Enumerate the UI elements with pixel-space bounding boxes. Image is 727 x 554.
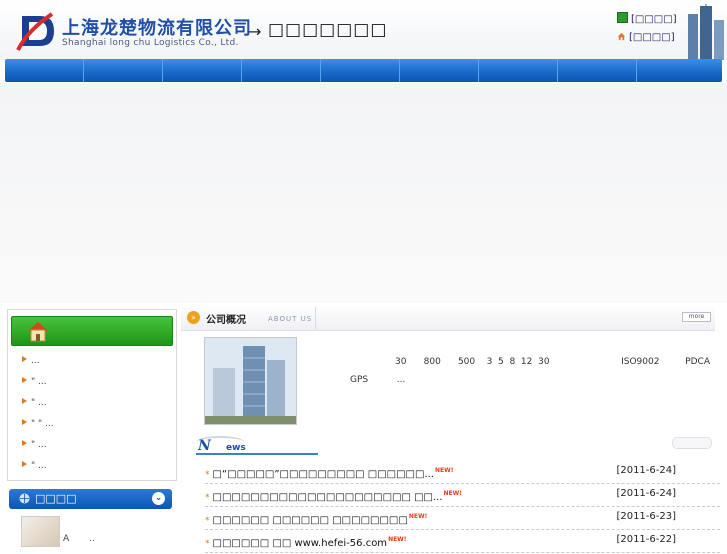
- house-icon: [28, 322, 48, 342]
- news-date: [2011-6-24]: [616, 465, 676, 476]
- about-title: 公司概况: [206, 315, 246, 326]
- left-section-title: □□□□: [35, 492, 77, 505]
- triangle-bullet-icon: [22, 356, 27, 362]
- triangle-bullet-icon: [22, 440, 27, 446]
- nav-item-9[interactable]: [637, 59, 722, 82]
- list-item[interactable]: " ...: [22, 459, 54, 480]
- triangle-bullet-icon: [22, 398, 27, 404]
- company-logo-icon: [16, 12, 54, 51]
- star-bullet-icon: *: [205, 493, 210, 503]
- news-item[interactable]: * □□□□□□ □□ www.hefei-56.comNEW! [2011-6-…: [205, 530, 720, 553]
- company-name-en: Shanghai long chu Logistics Co., Ltd.: [62, 38, 239, 48]
- about-text-line-1: 30 800 500 3 5 8 12 30 ISO9002 PDCA: [395, 357, 710, 367]
- triangle-bullet-icon: [22, 461, 27, 467]
- left-section-header[interactable]: □□□□ ⌄: [9, 489, 172, 509]
- nav-item-5[interactable]: [321, 59, 400, 82]
- news-underline: [196, 453, 318, 455]
- building-photo-icon: [205, 338, 296, 424]
- list-item[interactable]: ...: [22, 354, 54, 375]
- new-badge: NEW!: [435, 467, 454, 474]
- left-section-text: A ..: [63, 534, 95, 544]
- news-date: [2011-6-23]: [616, 511, 676, 522]
- company-name-cn: 上海龙楚物流有限公司: [62, 18, 252, 39]
- star-bullet-icon: *: [205, 470, 210, 480]
- new-badge: NEW!: [443, 490, 463, 497]
- add-favorite-link[interactable]: [□□□□]: [617, 12, 677, 25]
- new-badge: NEW!: [388, 536, 407, 543]
- news-date: [2011-6-22]: [616, 534, 676, 545]
- news-list: * □“□□□□□”□□□□□□□□□ □□□□□□...NEW! [2011-6…: [205, 461, 720, 553]
- nav-item-8[interactable]: [558, 59, 637, 82]
- news-section-header: N ews: [196, 437, 716, 455]
- new-badge: NEW!: [408, 513, 428, 520]
- main-nav: [5, 59, 722, 82]
- news-title[interactable]: □□□□□□□□□□□□□□□□□□□□□ □□...: [213, 492, 443, 503]
- set-homepage-link[interactable]: [□□□□]: [617, 32, 675, 43]
- about-section-header: » 公司概况 ABOUT US more: [181, 305, 715, 331]
- globe-icon: [19, 493, 30, 504]
- news-heading-letter: N: [198, 438, 211, 454]
- arrow-circle-icon: »: [187, 311, 200, 324]
- list-item[interactable]: " " ...: [22, 417, 54, 438]
- left-menu-panel: ... " ... " ... " " ... " ... " ...: [7, 309, 177, 481]
- news-title[interactable]: □□□□□□ □□□□□□ □□□□□□□□: [213, 515, 408, 526]
- nav-item-6[interactable]: [400, 59, 479, 82]
- building-illustration-icon: [688, 4, 724, 60]
- chevron-down-icon[interactable]: ⌄: [152, 492, 165, 505]
- nav-item-7[interactable]: [479, 59, 558, 82]
- star-bullet-icon: *: [205, 516, 210, 526]
- nav-item-1[interactable]: [5, 59, 84, 82]
- nav-item-3[interactable]: [163, 59, 242, 82]
- banner-area: [0, 83, 727, 303]
- arrow-icon: →: [248, 22, 262, 41]
- about-text-line-2: GPS ...: [350, 375, 406, 385]
- list-item[interactable]: " ...: [22, 438, 54, 459]
- news-item[interactable]: * □□□□□□□□□□□□□□□□□□□□□ □□...NEW! [2011-6…: [205, 484, 720, 507]
- left-menu-header: [11, 316, 173, 346]
- news-title[interactable]: □□□□□□ □□ www.hefei-56.com: [213, 538, 388, 549]
- news-item[interactable]: * □□□□□□ □□□□□□ □□□□□□□□NEW! [2011-6-23]: [205, 507, 720, 530]
- header-slogan: □□□□□□□: [268, 20, 388, 40]
- list-item[interactable]: " ...: [22, 396, 54, 417]
- company-building-photo: [204, 337, 297, 425]
- nav-item-4[interactable]: [242, 59, 321, 82]
- triangle-bullet-icon: [22, 419, 27, 425]
- news-more-button[interactable]: [672, 437, 712, 449]
- news-item[interactable]: * □“□□□□□”□□□□□□□□□ □□□□□□...NEW! [2011-6…: [205, 461, 720, 484]
- news-title[interactable]: □“□□□□□”□□□□□□□□□ □□□□□□...: [213, 469, 435, 480]
- list-item[interactable]: " ...: [22, 375, 54, 396]
- site-header: 上海龙楚物流有限公司 Shanghai long chu Logistics C…: [0, 0, 727, 60]
- about-subtitle: ABOUT US: [268, 315, 313, 323]
- news-date: [2011-6-24]: [616, 488, 676, 499]
- news-heading: ews: [226, 443, 246, 453]
- favorite-icon: [617, 12, 628, 23]
- hand-photo-thumbnail[interactable]: [21, 516, 60, 547]
- nav-item-2[interactable]: [84, 59, 163, 82]
- about-more-button[interactable]: more: [682, 312, 711, 322]
- home-icon: [617, 32, 626, 41]
- star-bullet-icon: *: [205, 539, 210, 549]
- left-menu-list: ... " ... " ... " " ... " ... " ...: [22, 354, 54, 480]
- triangle-bullet-icon: [22, 377, 27, 383]
